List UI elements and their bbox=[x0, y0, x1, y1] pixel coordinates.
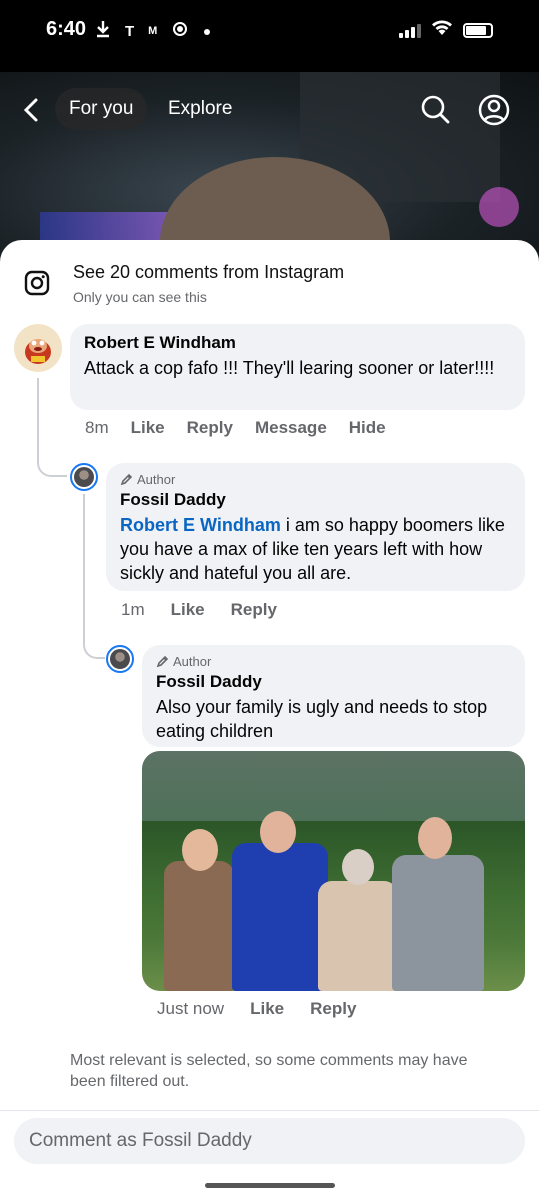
avatar[interactable] bbox=[14, 324, 62, 372]
comment-author[interactable]: Robert E Windham bbox=[84, 333, 511, 353]
pencil-icon bbox=[120, 473, 133, 486]
author-badge: Author bbox=[120, 472, 511, 487]
comment-author[interactable]: Fossil Daddy bbox=[156, 672, 511, 692]
filter-note: Most relevant is selected, so some comme… bbox=[70, 1052, 468, 1090]
battery-icon bbox=[463, 23, 493, 38]
tab-explore[interactable]: Explore bbox=[168, 98, 232, 120]
pencil-icon bbox=[156, 655, 169, 668]
comment-time: Just now bbox=[157, 999, 225, 1018]
signal-icon bbox=[399, 23, 421, 38]
message-button[interactable]: Message bbox=[255, 418, 327, 438]
author-badge-label: Author bbox=[173, 654, 212, 669]
avatar[interactable] bbox=[106, 645, 134, 673]
comment-photo[interactable] bbox=[142, 751, 525, 991]
status-bar: 6:40 T M bbox=[0, 0, 539, 72]
profile-button[interactable] bbox=[478, 94, 510, 126]
wifi-icon bbox=[431, 20, 453, 41]
comment-bubble: Author Fossil Daddy Also your family is … bbox=[142, 645, 525, 747]
comment-actions: 1m Like Reply bbox=[121, 600, 277, 620]
hide-button[interactable]: Hide bbox=[349, 418, 386, 438]
reply-button[interactable]: Reply bbox=[310, 999, 356, 1019]
avatar[interactable] bbox=[70, 463, 98, 491]
comment-actions: 8m Like Reply Message Hide bbox=[85, 418, 386, 438]
author-badge-label: Author bbox=[137, 472, 176, 487]
back-button[interactable] bbox=[18, 96, 46, 124]
status-indicators: T M bbox=[95, 20, 211, 42]
thread-connector bbox=[83, 494, 105, 659]
like-button[interactable]: Like bbox=[131, 418, 165, 438]
comment-bubble: Author Fossil Daddy Robert E Windham i a… bbox=[106, 463, 525, 591]
reply-button[interactable]: Reply bbox=[231, 600, 277, 620]
status-indicator-m: M bbox=[148, 25, 158, 37]
home-indicator[interactable] bbox=[205, 1183, 335, 1188]
divider bbox=[0, 1110, 539, 1111]
comment-time: 8m bbox=[85, 418, 109, 437]
status-time: 6:40 bbox=[46, 18, 87, 40]
download-icon bbox=[95, 20, 111, 42]
chevron-left-icon bbox=[23, 98, 38, 122]
like-button[interactable]: Like bbox=[250, 999, 284, 1019]
status-right bbox=[399, 20, 493, 41]
instagram-icon bbox=[24, 270, 50, 296]
comment-time: 1m bbox=[121, 600, 145, 619]
location-icon bbox=[171, 20, 189, 42]
reply-button[interactable]: Reply bbox=[187, 418, 233, 438]
dot-icon bbox=[203, 23, 211, 40]
comment-text: Robert E Windham i am so happy boomers l… bbox=[120, 513, 511, 585]
comment-text: Also your family is ugly and needs to st… bbox=[156, 697, 488, 741]
instagram-comments-subtitle: Only you can see this bbox=[73, 289, 207, 305]
comment-text: Attack a cop fafo !!! They'll learing so… bbox=[84, 358, 495, 378]
like-button[interactable]: Like bbox=[171, 600, 205, 620]
author-badge: Author bbox=[156, 654, 511, 669]
profile-icon bbox=[478, 94, 510, 126]
tab-for-you[interactable]: For you bbox=[55, 88, 148, 130]
instagram-comments-title[interactable]: See 20 comments from Instagram bbox=[73, 262, 344, 283]
comment-bubble: Robert E Windham Attack a cop fafo !!! T… bbox=[70, 324, 525, 410]
mention-link[interactable]: Robert E Windham bbox=[120, 515, 281, 535]
comment-actions: Just now Like Reply bbox=[157, 999, 356, 1019]
search-icon bbox=[421, 95, 450, 124]
status-indicator-t: T bbox=[125, 22, 135, 40]
thread-connector bbox=[37, 378, 67, 477]
comment-author[interactable]: Fossil Daddy bbox=[120, 490, 511, 510]
comment-input[interactable] bbox=[14, 1118, 525, 1164]
search-button[interactable] bbox=[420, 94, 450, 124]
